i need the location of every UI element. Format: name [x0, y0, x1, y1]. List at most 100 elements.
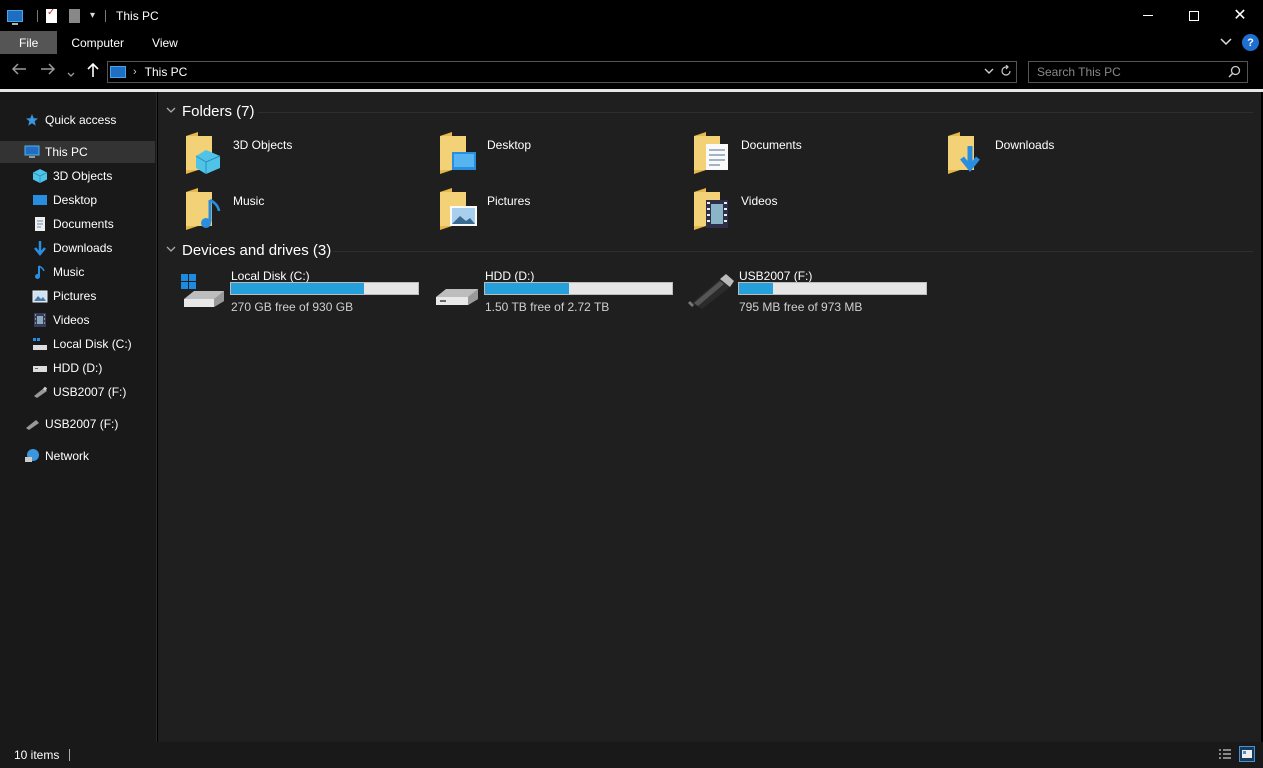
sidebar-item-label: 3D Objects: [53, 169, 113, 183]
sidebar-item-local-disk-c[interactable]: Local Disk (C:): [32, 333, 132, 355]
refresh-icon[interactable]: [1000, 64, 1012, 80]
details-view-icon[interactable]: [1217, 746, 1233, 762]
sidebar-item-quick-access[interactable]: Quick access: [24, 109, 116, 131]
toolbar-separator: [37, 9, 38, 22]
up-arrow-icon[interactable]: [86, 62, 100, 82]
folder-tile-desktop[interactable]: Desktop: [438, 130, 678, 180]
folder-tile-videos[interactable]: Videos: [692, 186, 932, 236]
sidebar-item-label: HDD (D:): [53, 361, 103, 375]
group-header-devices[interactable]: Devices and drives (3): [166, 242, 331, 259]
sidebar-item-label: Desktop: [53, 193, 98, 207]
sidebar-item-this-pc[interactable]: This PC: [0, 141, 155, 163]
collapse-chevron-icon[interactable]: [166, 245, 176, 256]
sidebar-item-music[interactable]: Music: [32, 261, 84, 283]
hard-drive-icon: [436, 289, 478, 305]
drive-name: HDD (D:): [485, 269, 535, 283]
breadcrumb-separator[interactable]: ›: [133, 66, 137, 78]
search-box[interactable]: [1028, 61, 1248, 83]
maximize-icon: [1189, 10, 1199, 21]
tab-computer[interactable]: Computer: [57, 31, 138, 54]
sidebar-item-label: Documents: [53, 217, 114, 231]
help-icon[interactable]: ?: [1242, 34, 1259, 51]
folder-tile-music[interactable]: Music: [184, 186, 424, 236]
ribbon-tabs: File Computer View ?: [0, 31, 1263, 54]
window-title: This PC: [116, 8, 159, 23]
hard-drive-icon: [32, 360, 48, 376]
tiles-view-icon[interactable]: [1239, 746, 1255, 762]
drive-usage-fill: [739, 283, 773, 294]
status-bar: 10 items: [0, 742, 1263, 768]
drive-free-space: 1.50 TB free of 2.72 TB: [485, 300, 610, 314]
sidebar-item-network[interactable]: Network: [24, 445, 89, 467]
view-toggle: [1217, 746, 1255, 762]
folder-pictures-icon: [440, 188, 477, 230]
navigation-pane: Quick access This PC 3D Objects Desktop …: [0, 92, 157, 742]
computer-icon: [24, 144, 40, 160]
new-folder-icon[interactable]: [69, 8, 80, 23]
document-icon: [32, 216, 48, 232]
usb-drive-icon: [32, 384, 48, 400]
sidebar-item-label: Downloads: [53, 241, 113, 255]
sidebar-item-label: Videos: [53, 313, 90, 327]
minimize-icon: [1143, 15, 1153, 16]
folder-documents-icon: [694, 132, 728, 174]
group-header-label: Folders (7): [182, 103, 255, 120]
status-separator: [69, 749, 71, 761]
sidebar-item-3d-objects[interactable]: 3D Objects: [32, 165, 112, 187]
desktop-icon: [32, 192, 48, 208]
picture-icon: [32, 288, 48, 304]
network-icon: [24, 448, 40, 464]
folder-tile-pictures[interactable]: Pictures: [438, 186, 678, 236]
sidebar-item-usb-f[interactable]: USB2007 (F:): [32, 381, 126, 403]
music-note-icon: [32, 264, 48, 280]
minimize-button[interactable]: [1125, 0, 1171, 31]
folder-label: Downloads: [995, 138, 1055, 152]
window-controls: ✕: [1125, 0, 1263, 31]
customize-toolbar-chevron-icon[interactable]: ▾: [90, 10, 95, 21]
search-icon[interactable]: [1228, 65, 1241, 81]
sidebar-item-hdd-d[interactable]: HDD (D:): [32, 357, 102, 379]
quick-access-toolbar: ▾: [0, 0, 112, 31]
close-button[interactable]: ✕: [1217, 0, 1263, 31]
collapse-chevron-icon[interactable]: [166, 106, 176, 117]
properties-icon[interactable]: [46, 7, 57, 23]
folder-tile-documents[interactable]: Documents: [692, 130, 932, 180]
drive-tile-hdd-d[interactable]: HDD (D:) 1.50 TB free of 2.72 TB: [434, 269, 684, 317]
sidebar-item-pictures[interactable]: Pictures: [32, 285, 96, 307]
tab-file[interactable]: File: [0, 31, 58, 54]
recent-locations-chevron-icon[interactable]: [67, 65, 75, 82]
address-history-chevron-icon[interactable]: [984, 66, 994, 78]
folder-tile-downloads[interactable]: Downloads: [946, 130, 1186, 180]
group-divider: [333, 251, 1253, 252]
folder-label: Pictures: [487, 194, 531, 208]
sidebar-item-usb-root[interactable]: USB2007 (F:): [24, 413, 118, 435]
maximize-button[interactable]: [1171, 0, 1217, 31]
star-icon: [24, 112, 40, 128]
address-bar[interactable]: › This PC: [107, 61, 1017, 83]
forward-arrow-icon[interactable]: [40, 62, 56, 80]
computer-icon[interactable]: [7, 9, 23, 25]
folder-label: Music: [233, 194, 265, 208]
group-header-folders[interactable]: Folders (7): [166, 103, 255, 120]
sidebar-item-label: Local Disk (C:): [53, 337, 132, 351]
sidebar-item-videos[interactable]: Videos: [32, 309, 89, 331]
folder-label: Videos: [741, 194, 778, 208]
system-drive-icon: [32, 336, 48, 352]
sidebar-item-label: This PC: [45, 145, 88, 159]
toolbar-separator: [105, 9, 107, 22]
download-arrow-icon: [32, 240, 48, 256]
sidebar-item-downloads[interactable]: Downloads: [32, 237, 112, 259]
group-header-label: Devices and drives (3): [182, 242, 332, 259]
tab-view[interactable]: View: [138, 31, 192, 54]
search-input[interactable]: [1037, 65, 1217, 79]
breadcrumb-this-pc[interactable]: This PC: [145, 65, 188, 79]
expand-ribbon-chevron-icon[interactable]: [1220, 37, 1232, 49]
sidebar-item-desktop[interactable]: Desktop: [32, 189, 97, 211]
sidebar-item-documents[interactable]: Documents: [32, 213, 114, 235]
folder-videos-icon: [694, 188, 728, 230]
system-drive-icon: [181, 274, 224, 307]
drive-tile-usb-f[interactable]: USB2007 (F:) 795 MB free of 973 MB: [688, 269, 938, 317]
folder-tile-3d-objects[interactable]: 3D Objects: [184, 130, 424, 180]
drive-tile-local-disk-c[interactable]: Local Disk (C:) 270 GB free of 930 GB: [180, 269, 430, 317]
back-arrow-icon[interactable]: [11, 62, 27, 80]
